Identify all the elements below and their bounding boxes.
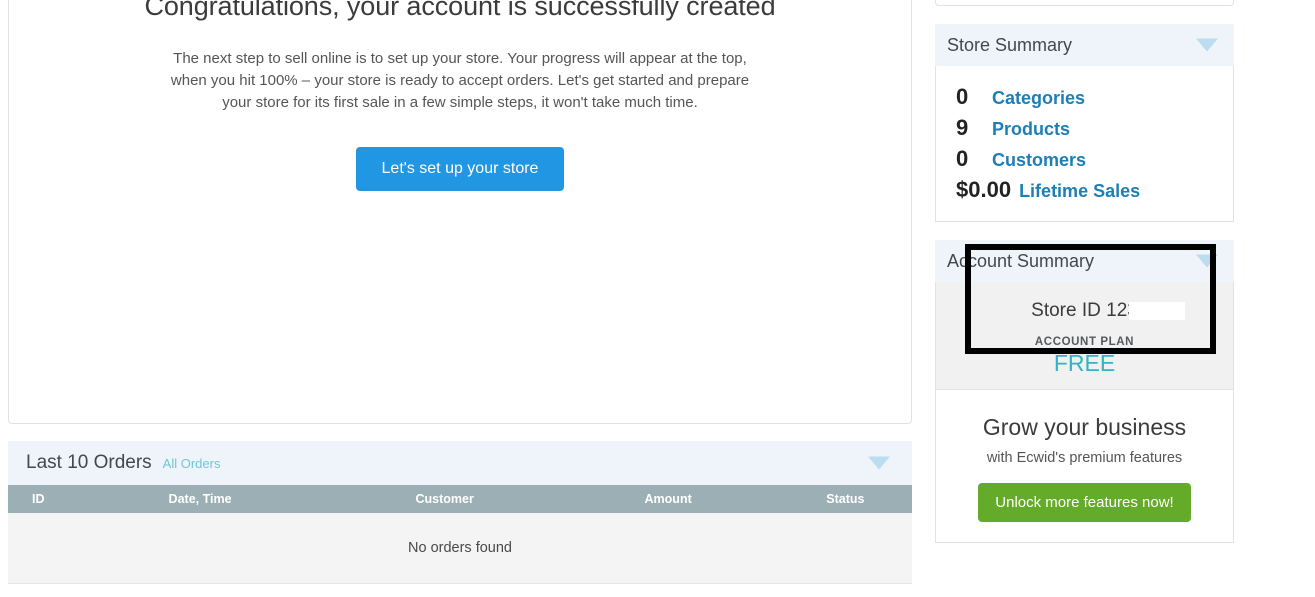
all-orders-link[interactable]: All Orders (163, 456, 221, 471)
categories-link[interactable]: Categories (992, 88, 1085, 109)
customers-link[interactable]: Customers (992, 150, 1086, 171)
column-header-date[interactable]: Date, Time (134, 485, 352, 513)
lifetime-sales-value: $0.00 (956, 177, 1012, 202)
account-summary-body: Store ID 123 ACCOUNT PLAN FREE (935, 244, 1234, 390)
progress-panel-partial (935, 0, 1234, 6)
account-plan-value: FREE (1053, 350, 1116, 376)
account-summary-header[interactable]: Account Summary (935, 240, 1234, 282)
orders-panel-header[interactable]: Last 10 Orders All Orders (8, 441, 912, 485)
store-id-label: Store ID 123 (1031, 300, 1186, 322)
unlock-features-button[interactable]: Unlock more features now! (978, 483, 1191, 522)
customers-count: 0 (956, 146, 969, 171)
table-row-empty: No orders found (8, 513, 912, 584)
list-item: 0 Customers (956, 146, 1233, 172)
column-header-amount[interactable]: Amount (586, 485, 759, 513)
chevron-down-icon[interactable] (1196, 254, 1218, 268)
main-column: Congratulations, your account is success… (8, 0, 912, 584)
products-count: 9 (956, 115, 969, 140)
empty-state-message: No orders found (8, 513, 912, 584)
list-item: $0.00 Lifetime Sales (956, 177, 1233, 203)
categories-count: 0 (956, 84, 969, 109)
welcome-card: Congratulations, your account is success… (8, 0, 912, 424)
grow-title: Grow your business (982, 414, 1187, 440)
dashboard-page: Congratulations, your account is success… (0, 0, 1315, 597)
grow-business-panel: Grow your business with Ecwid's premium … (935, 390, 1234, 543)
sidebar: Store Summary 0 Categories 9 Products 0 … (935, 0, 1234, 543)
column-header-id[interactable]: ID (8, 485, 135, 513)
redaction-overlay (1129, 302, 1186, 320)
list-item: 0 Categories (956, 84, 1233, 110)
store-summary-header[interactable]: Store Summary (935, 24, 1234, 66)
products-link[interactable]: Products (992, 119, 1070, 140)
list-item: 9 Products (956, 115, 1233, 141)
welcome-description: The next step to sell online is to set u… (170, 50, 750, 111)
account-summary-title: Account Summary (947, 250, 1095, 271)
orders-title: Last 10 Orders (26, 452, 152, 473)
store-summary-body: 0 Categories 9 Products 0 Customers $0.0… (935, 66, 1234, 222)
orders-table-body: No orders found (8, 513, 912, 584)
account-plan-label: ACCOUNT PLAN (1034, 336, 1135, 348)
table-header-row: ID Date, Time Customer Amount Status (8, 485, 912, 513)
orders-table-head: ID Date, Time Customer Amount Status (8, 485, 912, 513)
orders-panel: Last 10 Orders All Orders ID Date, Time … (8, 441, 912, 584)
orders-table: ID Date, Time Customer Amount Status No … (8, 485, 912, 584)
setup-store-button[interactable]: Let's set up your store (355, 147, 565, 191)
column-header-customer[interactable]: Customer (351, 485, 587, 513)
page-title: Congratulations, your account is success… (144, 0, 776, 21)
chevron-down-icon[interactable] (1196, 38, 1218, 52)
grow-subtitle: with Ecwid's premium features (986, 450, 1183, 466)
store-summary-title: Store Summary (947, 34, 1073, 55)
column-header-status[interactable]: Status (758, 485, 912, 513)
lifetime-sales-link[interactable]: Lifetime Sales (1019, 181, 1140, 202)
chevron-down-icon[interactable] (868, 456, 890, 470)
